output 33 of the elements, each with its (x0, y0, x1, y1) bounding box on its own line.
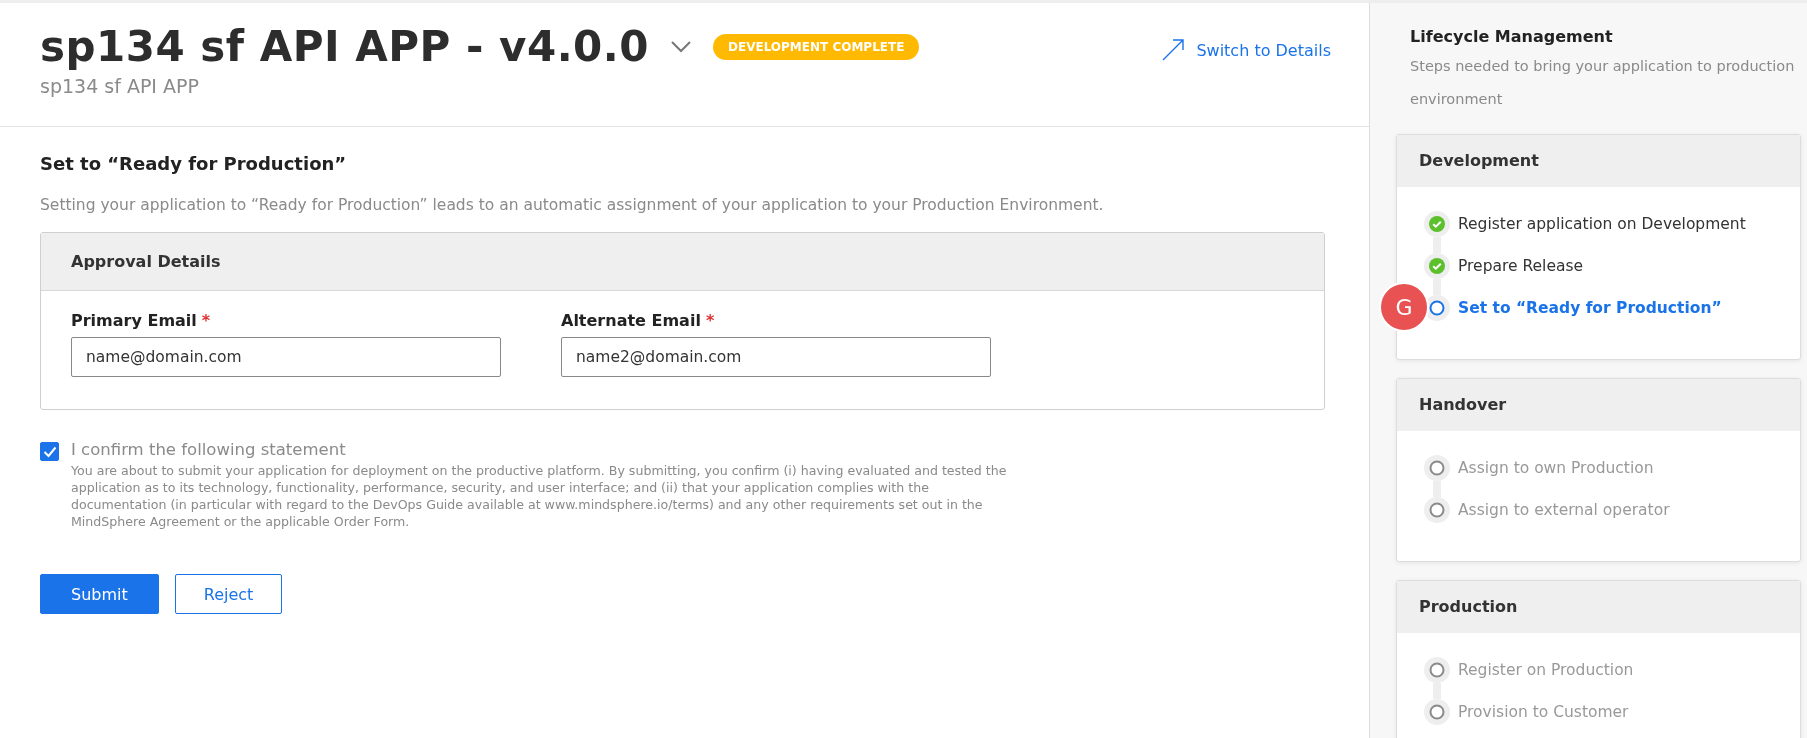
submit-button[interactable]: Submit (40, 574, 159, 614)
statement-text: You are about to submit your application for deployment on the productive platform. By submitting, you confirm (i) having evaluated and tested the application as to its technology, functionality, performance, security, and user interface; and (ii) that your application complies with the documentation (in particular with regard to the DevOps Guide available at www.mindsphere.io/terms) and any other requirements set out in the MindSphere Agreement or the applicable Order Form. (71, 462, 1008, 530)
card-header: Approval Details (41, 233, 1324, 291)
required-mark: * (201, 311, 211, 330)
section-title: Set to “Ready for Production” (40, 153, 348, 174)
app-subtitle: sp134 sf API APP (40, 75, 200, 97)
step-label[interactable]: Assign to own Production (1458, 459, 1654, 477)
checkbox[interactable] (40, 442, 59, 461)
step-label[interactable]: Prepare Release (1458, 257, 1584, 275)
checkbox-label: I confirm the following statement (71, 440, 347, 459)
chevron-down-icon[interactable] (671, 41, 691, 53)
app-title: sp134 sf API APP - v4.0.0 (40, 21, 649, 73)
stage-header: Handover (1397, 379, 1800, 431)
switch-to-details-link[interactable]: Switch to Details (1196, 40, 1331, 60)
stage-header: Development (1397, 135, 1800, 187)
reject-button[interactable]: Reject (174, 574, 283, 614)
stage-header: Production (1397, 581, 1800, 633)
field-label: Alternate Email (561, 311, 701, 330)
field-label: Primary Email (71, 311, 197, 330)
sidebar-title: Lifecycle Management (1410, 27, 1614, 46)
sidebar-description: Steps needed to bring your application to production environment (1410, 57, 1795, 109)
email-input-field[interactable]: name@domain.com (71, 337, 501, 377)
email-input-field[interactable]: name2@domain.com (561, 337, 991, 377)
section-description: Setting your application to “Ready for Production” leads to an automatic assignment of your application to your Production Environment. (40, 196, 1105, 214)
status-badge: DEVELOPMENT COMPLETE (713, 34, 920, 60)
avatar-badge: G (1379, 282, 1429, 332)
step-label[interactable]: Register application on Development (1458, 215, 1746, 233)
required-mark: * (705, 311, 715, 330)
step-label[interactable]: Assign to external operator (1458, 501, 1670, 519)
step-label[interactable]: Register on Production (1458, 661, 1634, 679)
diagonal-arrow-icon (1162, 39, 1185, 61)
step-label[interactable]: Set to “Ready for Production” (1458, 299, 1722, 317)
step-label[interactable]: Provision to Customer (1458, 703, 1629, 721)
